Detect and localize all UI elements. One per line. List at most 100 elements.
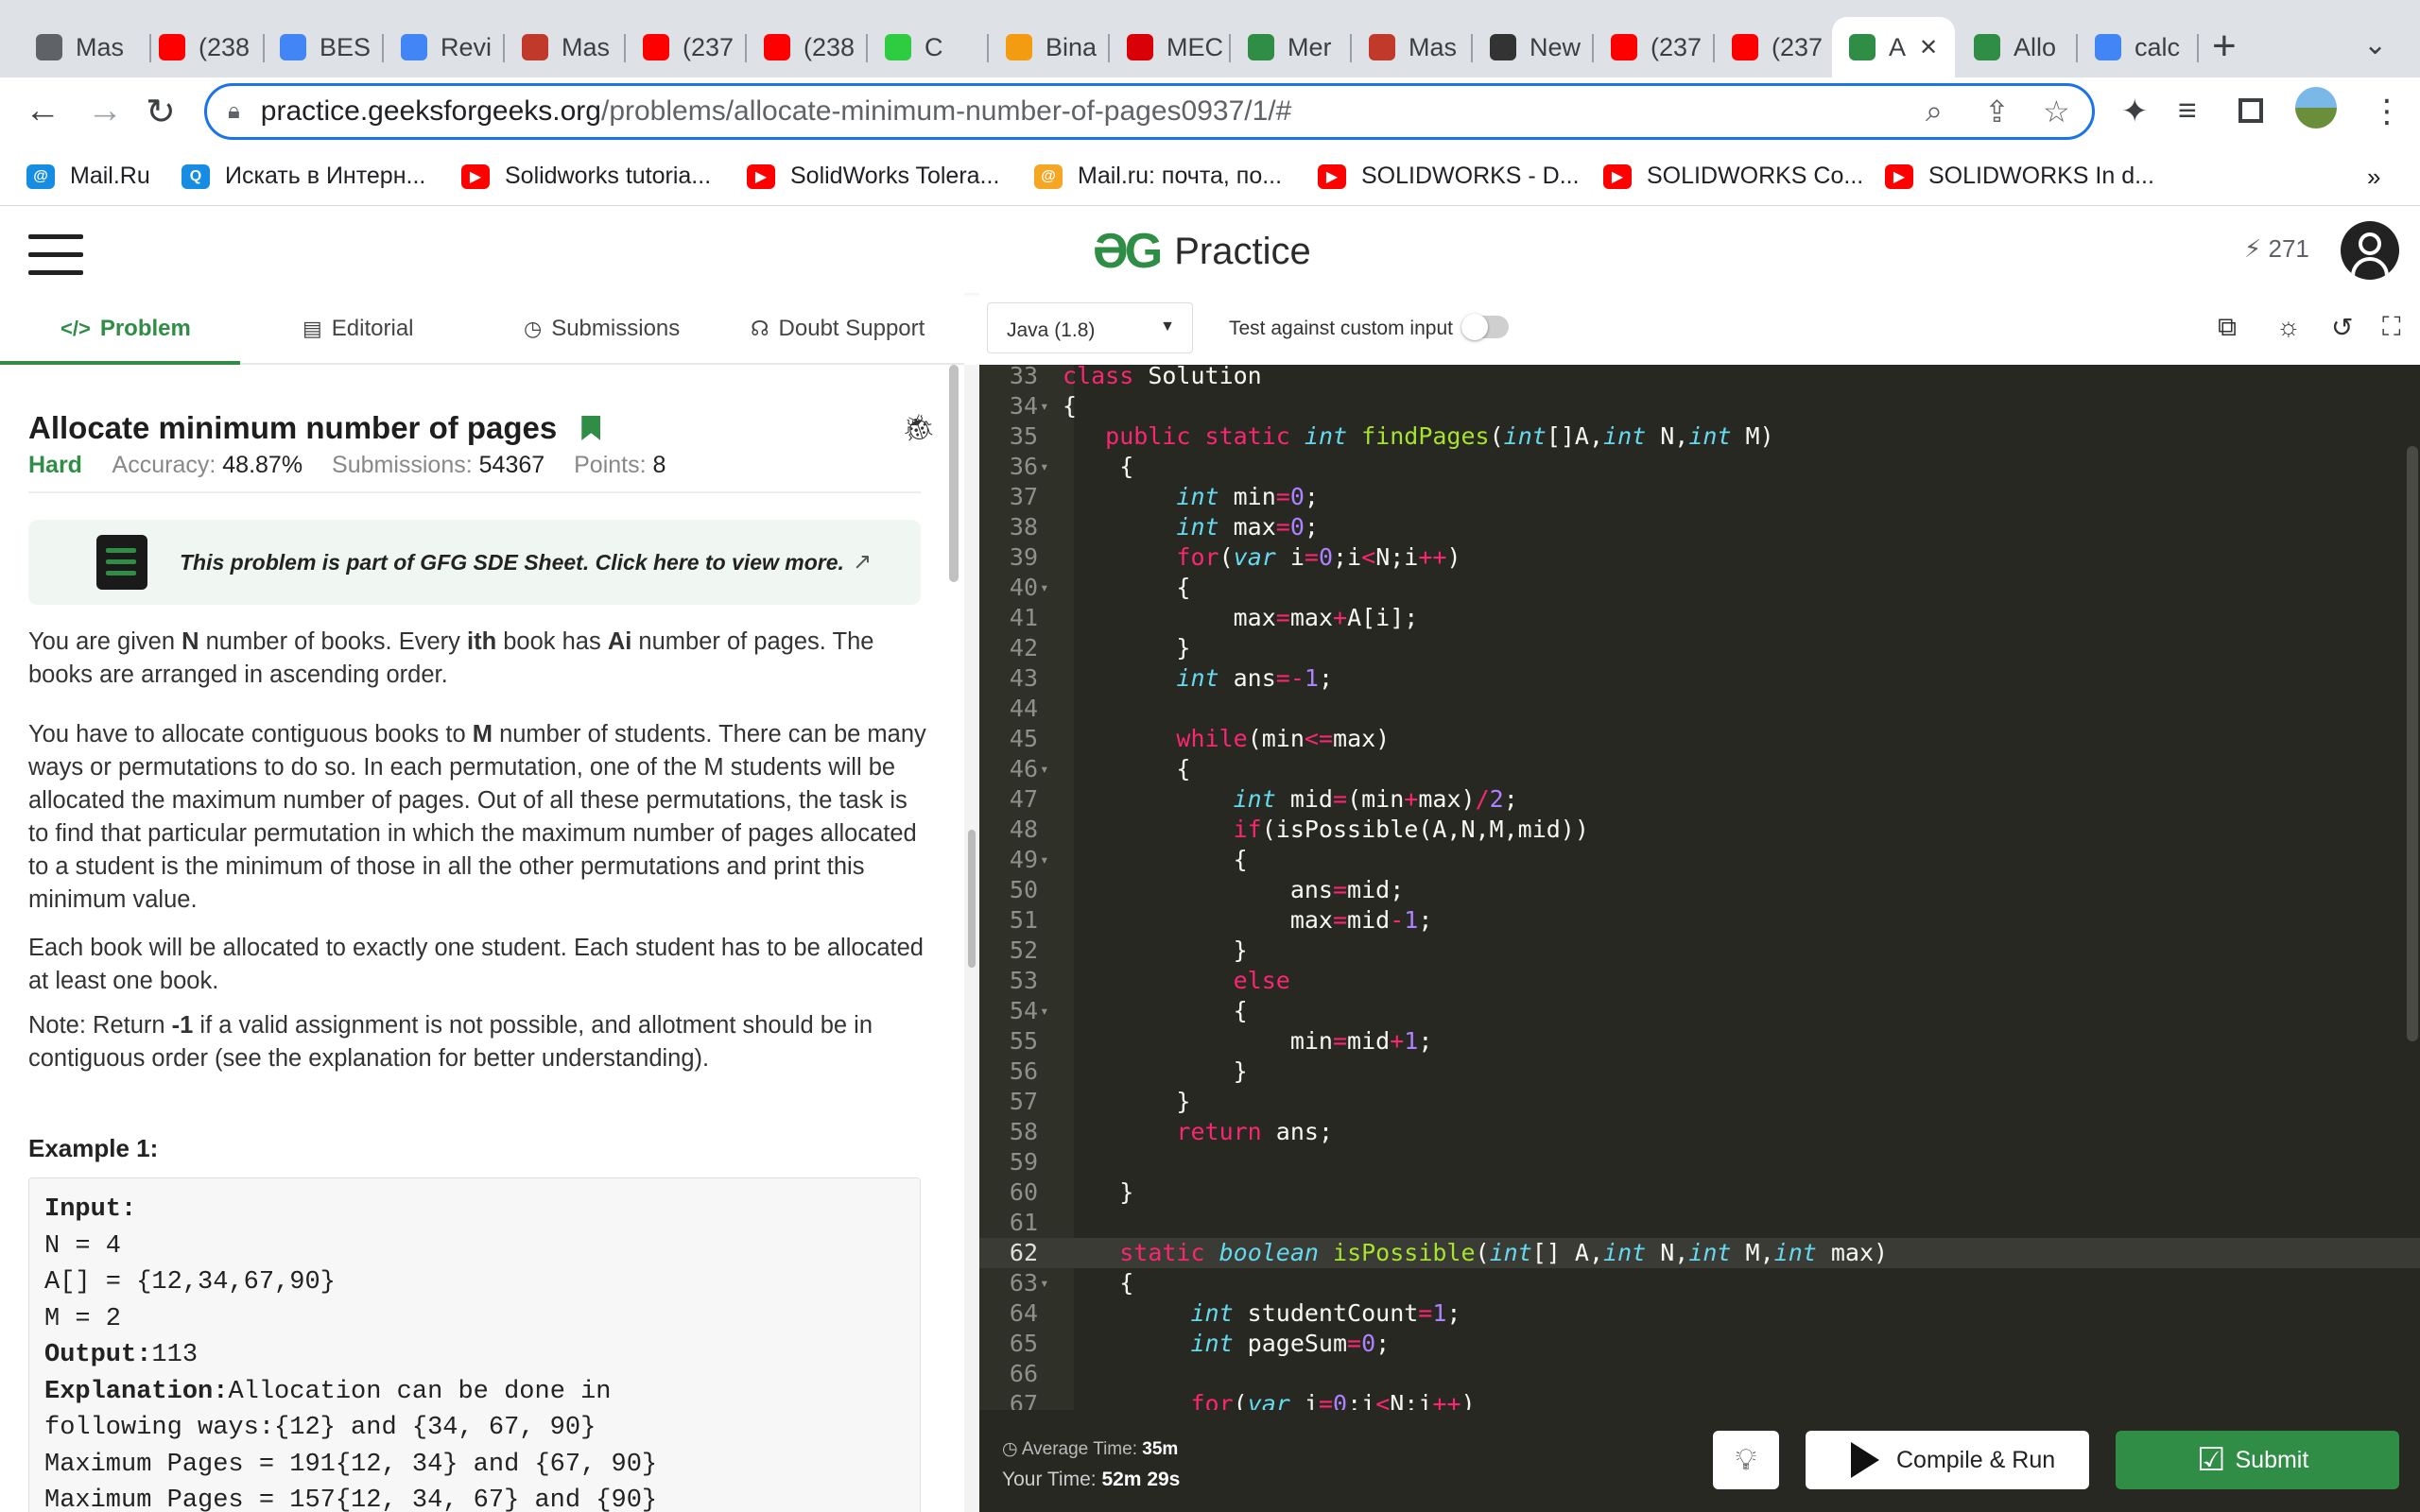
media-icon[interactable]: ≡	[2178, 93, 2197, 129]
bookmark-item[interactable]: @ Mail.ru: почта, по...	[1034, 163, 1282, 190]
fold-arrow-icon[interactable]: ▾	[1040, 391, 1049, 421]
code-line[interactable]: 55 min=mid+1;	[979, 1026, 2420, 1057]
code-line[interactable]: 58 return ans;	[979, 1117, 2420, 1147]
gfg-logo[interactable]: ƏG Practice	[1093, 223, 1311, 280]
theme-sun-icon[interactable]: ☼	[2276, 312, 2301, 342]
code-line[interactable]: 61	[979, 1208, 2420, 1238]
browser-tab[interactable]: (238	[142, 17, 265, 77]
code-line[interactable]: 38 int max=0;	[979, 512, 2420, 542]
browser-tab[interactable]: Mas	[505, 17, 626, 77]
code-line[interactable]: 53 else	[979, 966, 2420, 996]
browser-tab[interactable]: MEC	[1110, 17, 1231, 77]
code-line[interactable]: 51 max=mid-1;	[979, 905, 2420, 936]
browser-tab[interactable]: C	[868, 17, 989, 77]
code-line[interactable]: 39 for(var i=0;i<N;i++)	[979, 542, 2420, 573]
code-line[interactable]: 44	[979, 694, 2420, 724]
hamburger-menu-icon[interactable]	[28, 234, 83, 288]
sde-sheet-banner[interactable]: This problem is part of GFG SDE Sheet. C…	[28, 520, 921, 605]
fullscreen-icon[interactable]: ⛶	[2382, 312, 2401, 343]
streak-counter[interactable]: ⚡ 271	[2244, 234, 2309, 264]
code-line[interactable]: 50 ans=mid;	[979, 875, 2420, 905]
code-line[interactable]: 62 static boolean isPossible(int[] A,int…	[979, 1238, 2420, 1268]
fold-arrow-icon[interactable]: ▾	[1040, 452, 1049, 482]
code-line[interactable]: 46 ▾ {	[979, 754, 2420, 784]
submit-button[interactable]: ☑ Submit	[2116, 1431, 2399, 1489]
code-line[interactable]: 67 for(var i=0;i<N;i++)	[979, 1389, 2420, 1410]
browser-tab[interactable]: Mas	[1352, 17, 1473, 77]
tab-editorial[interactable]: ▤ Editorial	[302, 316, 414, 342]
fold-arrow-icon[interactable]: ▾	[1040, 573, 1049, 603]
new-tab-icon[interactable]: +	[2212, 23, 2237, 70]
browser-tab[interactable]: (237	[1594, 17, 1715, 77]
code-line[interactable]: 42 }	[979, 633, 2420, 663]
code-editor[interactable]: 33 class Solution 34 ▾{35 public static int…	[979, 365, 2420, 1410]
hint-bulb-icon[interactable]: 💡︎	[1713, 1431, 1779, 1489]
code-line[interactable]: 60 }	[979, 1177, 2420, 1208]
tab-doubt-support[interactable]: ☊ Doubt Support	[751, 316, 925, 342]
browser-tab[interactable]: Bina	[989, 17, 1110, 77]
custom-input-toggle[interactable]	[1461, 314, 1509, 340]
reload-icon[interactable]: ↻	[146, 91, 176, 133]
side-panel-icon[interactable]	[2238, 98, 2263, 123]
bookmark-star-icon[interactable]: ☆	[2043, 94, 2070, 129]
code-line[interactable]: 43 int ans=-1;	[979, 663, 2420, 694]
code-line[interactable]: 52 }	[979, 936, 2420, 966]
address-bar[interactable]: 🔒︎ practice.geeksforgeeks.org/problems/a…	[204, 83, 2095, 140]
language-select[interactable]: Java (1.8) ▼	[987, 302, 1193, 353]
bookmark-item[interactable]: Q Искать в Интерн...	[182, 163, 425, 190]
fold-arrow-icon[interactable]: ▾	[1040, 754, 1049, 784]
external-link-icon[interactable]: ↗	[853, 548, 872, 576]
browser-tab[interactable]: (238	[747, 17, 868, 77]
code-line[interactable]: 65 int pageSum=0;	[979, 1329, 2420, 1359]
code-line[interactable]: 64 int studentCount=1;	[979, 1298, 2420, 1329]
user-avatar[interactable]	[2341, 221, 2399, 280]
code-line[interactable]: 40 ▾ {	[979, 573, 2420, 603]
browser-tab[interactable]: BES	[263, 17, 384, 77]
browser-tab[interactable]: Mas	[19, 17, 151, 77]
copy-icon[interactable]: ⧉	[2218, 312, 2237, 343]
code-line[interactable]: 49 ▾ {	[979, 845, 2420, 875]
code-line[interactable]: 63 ▾ {	[979, 1268, 2420, 1298]
compile-run-button[interactable]: Compile & Run	[1806, 1431, 2089, 1489]
forward-icon[interactable]: →	[87, 91, 123, 131]
bookmarks-overflow-icon[interactable]: »	[2367, 163, 2380, 192]
extensions-icon[interactable]: ✦	[2121, 93, 2149, 130]
code-line[interactable]: 35 public static int findPages(int[]A,in…	[979, 421, 2420, 452]
code-line[interactable]: 33 class Solution	[979, 365, 2420, 391]
back-icon[interactable]: ←	[25, 91, 60, 131]
bookmark-item[interactable]: ▶ SOLIDWORKS Co...	[1603, 163, 1863, 190]
code-line[interactable]: 37 int min=0;	[979, 482, 2420, 512]
code-line[interactable]: 57 }	[979, 1087, 2420, 1117]
code-line[interactable]: 56 }	[979, 1057, 2420, 1087]
bookmark-item[interactable]: ▶ SOLIDWORKS - D...	[1318, 163, 1580, 190]
code-line[interactable]: 66	[979, 1359, 2420, 1389]
browser-tab[interactable]: calc	[2078, 17, 2199, 77]
bookmark-item[interactable]: ▶ SolidWorks Tolera...	[747, 163, 999, 190]
code-line[interactable]: 54 ▾ {	[979, 996, 2420, 1026]
browser-tab[interactable]: Revi	[384, 17, 505, 77]
code-line[interactable]: 34 ▾ {	[979, 391, 2420, 421]
close-tab-icon[interactable]: ✕	[1919, 34, 1938, 61]
fold-arrow-icon[interactable]: ▾	[1040, 996, 1049, 1026]
code-line[interactable]: 47 int mid=(min+max)/2;	[979, 784, 2420, 815]
browser-tab[interactable]: (237	[626, 17, 747, 77]
profile-avatar[interactable]	[2295, 87, 2337, 129]
share-icon[interactable]: ⇪	[1984, 94, 2010, 129]
browser-tab[interactable]: Allo	[1957, 17, 2078, 77]
bookmark-item[interactable]: @ Mail.Ru	[26, 163, 150, 190]
zoom-icon[interactable]: ⌕	[1926, 94, 1943, 129]
fold-arrow-icon[interactable]: ▾	[1040, 1268, 1049, 1298]
browser-tab[interactable]: (237	[1715, 17, 1836, 77]
code-line[interactable]: 36 ▾ {	[979, 452, 2420, 482]
tab-problem[interactable]: </> Problem	[60, 316, 191, 342]
browser-tab[interactable]: New	[1473, 17, 1594, 77]
bookmark-item[interactable]: ▶ Solidworks tutoria...	[461, 163, 711, 190]
tab-submissions[interactable]: ◷ Submissions	[524, 316, 680, 342]
reset-icon[interactable]: ↺	[2331, 312, 2353, 343]
pane-resizer[interactable]	[964, 365, 979, 1512]
code-line[interactable]: 48 if(isPossible(A,N,M,mid))	[979, 815, 2420, 845]
code-line[interactable]: 59	[979, 1147, 2420, 1177]
code-line[interactable]: 45 while(min<=max)	[979, 724, 2420, 754]
bookmark-icon[interactable]	[581, 416, 601, 440]
report-bug-icon[interactable]: 🐞︎	[902, 412, 936, 443]
